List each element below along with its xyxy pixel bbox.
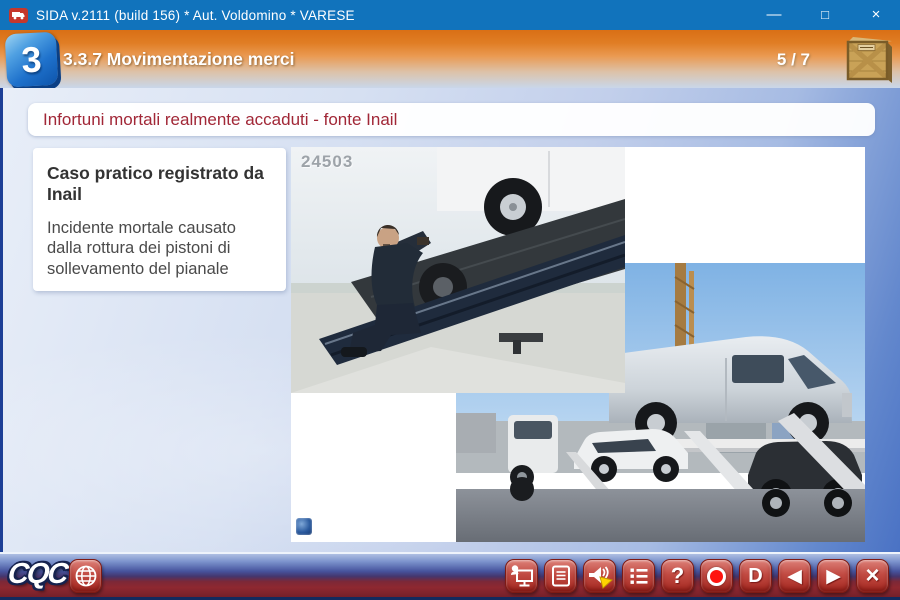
lesson-header: 3 3.3.7 Movimentazione merci 5 / 7 — [0, 30, 900, 88]
document-icon — [549, 564, 573, 588]
help-button[interactable]: ? — [661, 559, 694, 593]
case-title: Caso pratico registrato da Inail — [47, 163, 274, 205]
page-indicator: 5 / 7 — [777, 50, 810, 70]
speaker-yellow-arrow-icon — [586, 563, 613, 590]
previous-button[interactable]: ◀ — [778, 559, 811, 593]
bottom-toolbar: CQC — [0, 552, 900, 597]
red-dot-icon — [707, 567, 726, 586]
photo-worker-flatbed — [291, 147, 625, 393]
titlebar: SIDA v.2111 (build 156) * Aut. Voldomino… — [0, 0, 900, 30]
minimize-button[interactable]: — — [764, 0, 784, 30]
person-monitor-icon — [509, 563, 535, 589]
publisher-stamp-icon — [296, 518, 312, 535]
window-title: SIDA v.2111 (build 156) * Aut. Voldomino… — [36, 8, 355, 23]
exit-button[interactable]: × — [856, 559, 889, 593]
letter-d-icon: D — [748, 565, 762, 588]
case-text-panel: Caso pratico registrato da Inail Inciden… — [33, 148, 286, 291]
cqc-logo: CQC — [6, 558, 68, 591]
bullet-list-icon — [627, 564, 651, 588]
dictionary-button[interactable]: D — [739, 559, 772, 593]
next-button[interactable]: ▶ — [817, 559, 850, 593]
globe-icon — [74, 564, 98, 588]
truck-icon — [9, 8, 28, 23]
slide-area: Infortuni mortali realmente accaduti - f… — [0, 88, 900, 552]
photo-collage: 24503 — [291, 147, 865, 542]
application-window: SIDA v.2111 (build 156) * Aut. Voldomino… — [0, 0, 900, 600]
slide-heading: Infortuni mortali realmente accaduti - f… — [43, 110, 397, 130]
audio-button[interactable] — [583, 559, 616, 593]
maximize-button[interactable]: □ — [815, 0, 835, 30]
language-globe-button[interactable] — [69, 559, 102, 593]
close-button[interactable]: × — [866, 0, 886, 30]
module-3-badge-icon: 3 — [5, 32, 59, 88]
classroom-presentation-button[interactable] — [505, 559, 538, 593]
wooden-crate-icon — [845, 34, 893, 84]
toolbar-button-group: ? D ◀ ▶ × — [505, 559, 889, 593]
index-list-button[interactable] — [622, 559, 655, 593]
record-button[interactable] — [700, 559, 733, 593]
close-x-icon: × — [865, 564, 879, 588]
left-arrow-icon: ◀ — [787, 565, 802, 588]
window-controls: — □ × — [764, 0, 886, 30]
lesson-title: 3.3.7 Movimentazione merci — [63, 49, 294, 70]
photo-id-watermark: 24503 — [301, 152, 353, 172]
text-page-button[interactable] — [544, 559, 577, 593]
case-body: Incidente mortale causato dalla rottura … — [47, 218, 265, 279]
question-mark-icon: ? — [671, 563, 684, 589]
right-arrow-icon: ▶ — [826, 565, 841, 588]
slide-heading-box: Infortuni mortali realmente accaduti - f… — [28, 103, 875, 136]
